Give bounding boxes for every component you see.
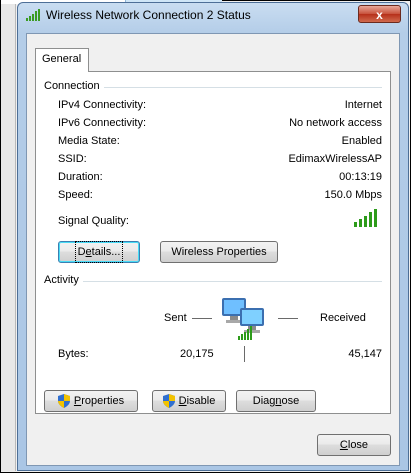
speed-label: Speed: xyxy=(58,189,93,201)
close-window-button[interactable]: x xyxy=(358,5,401,23)
duration-label: Duration: xyxy=(58,171,103,183)
general-tab-panel: Connection IPv4 Connectivity: Internet I… xyxy=(35,71,391,414)
close-icon: x xyxy=(376,8,383,22)
title-bar[interactable]: Wireless Network Connection 2 Status x xyxy=(18,3,408,29)
status-dialog: Wireless Network Connection 2 Status x G… xyxy=(17,2,409,471)
bytes-label: Bytes: xyxy=(58,348,89,360)
tab-general[interactable]: General xyxy=(35,48,89,72)
bytes-received-value: 45,147 xyxy=(348,348,382,360)
close-button-label: Close xyxy=(339,439,369,451)
duration-value: 00:13:19 xyxy=(339,171,382,183)
speed-value: 150.0 Mbps xyxy=(324,189,382,201)
properties-button[interactable]: Properties xyxy=(44,390,138,412)
dialog-client-area: General Connection IPv4 Connectivity: In… xyxy=(26,33,400,466)
bytes-sent-value: 20,175 xyxy=(180,348,214,360)
disable-label: Disable xyxy=(178,395,216,407)
sent-label: Sent xyxy=(164,312,187,324)
bytes-divider xyxy=(244,346,245,362)
network-computers-icon xyxy=(222,298,264,340)
activity-group-label: Activity xyxy=(44,274,83,286)
diagnose-button[interactable]: Diagnose xyxy=(236,390,316,412)
signal-quality-icon xyxy=(354,209,377,227)
details-button-label: Details... xyxy=(74,241,124,263)
close-button[interactable]: Close xyxy=(317,434,391,456)
window-title: Wireless Network Connection 2 Status xyxy=(46,8,251,22)
ipv4-value: Internet xyxy=(344,99,382,111)
signal-quality-label: Signal Quality: xyxy=(58,215,129,227)
ipv6-value: No network access xyxy=(289,117,382,129)
details-button[interactable]: Details... xyxy=(58,241,140,263)
ipv4-label: IPv4 Connectivity: xyxy=(58,99,147,111)
media-state-value: Enabled xyxy=(341,135,382,147)
signal-bars-icon xyxy=(26,9,40,21)
properties-label: Properties xyxy=(73,395,125,407)
ssid-value: EdimaxWirelessAP xyxy=(288,153,382,165)
ipv6-label: IPv6 Connectivity: xyxy=(58,117,147,129)
wireless-properties-label: Wireless Properties xyxy=(171,246,267,258)
disable-button[interactable]: Disable xyxy=(152,390,226,412)
tab-general-label: General xyxy=(42,53,82,65)
received-line xyxy=(278,318,298,319)
sent-line xyxy=(192,318,212,319)
wireless-properties-button[interactable]: Wireless Properties xyxy=(160,241,278,263)
connection-group-label: Connection xyxy=(44,80,104,92)
uac-shield-icon xyxy=(57,394,70,409)
media-state-label: Media State: xyxy=(58,135,120,147)
activity-group-line xyxy=(44,281,382,282)
diagnose-label: Diagnose xyxy=(252,395,300,407)
uac-shield-icon xyxy=(162,394,175,409)
received-label: Received xyxy=(320,312,366,324)
background-left-bar xyxy=(1,4,16,471)
ssid-label: SSID: xyxy=(58,153,87,165)
